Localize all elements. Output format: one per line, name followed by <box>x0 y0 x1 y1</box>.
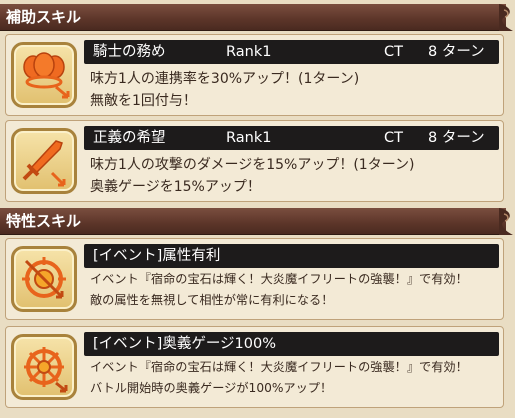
skill-title-bar: 騎士の務め Rank1 CT 8 ターン <box>84 40 499 64</box>
skill-panel: 補助スキル 騎士の務め Rank1 CT 8 ターン 味方1人の連携率を30%ア… <box>0 0 515 418</box>
skill-ct-label: CT <box>384 130 403 146</box>
trait-name: [イベント]奥義ゲージ100% <box>93 336 276 352</box>
description-line: 敵の属性を無視して相性が常に有利になる！ <box>90 293 334 307</box>
trait-title-bar: [イベント]奥義ゲージ100% <box>84 332 499 356</box>
skill-rank: Rank1 <box>226 130 272 146</box>
skill-card-1[interactable]: 騎士の務め Rank1 CT 8 ターン 味方1人の連携率を30%アップ！(1タ… <box>5 34 504 116</box>
skill-card-2[interactable]: 正義の希望 Rank1 CT 8 ターン 味方1人の攻撃のダメージを15%アップ… <box>5 120 504 202</box>
sword-up-icon <box>22 140 66 187</box>
description-line: 奥義ゲージを15%アップ！ <box>90 179 261 195</box>
trait-card-1[interactable]: [イベント]属性有利 イベント『宿命の宝石は輝く！大炎魔イフリートの強襲！』で有… <box>5 238 504 320</box>
skill-icon-frame <box>11 334 77 400</box>
element-advantage-icon <box>22 257 66 299</box>
skill-name: 騎士の務め <box>93 44 166 60</box>
trait-card-2[interactable]: [イベント]奥義ゲージ100% イベント『宿命の宝石は輝く！大炎魔イフリートの強… <box>5 326 504 408</box>
skill-description: 味方1人の攻撃のダメージを15%アップ！(1ターン) 奥義ゲージを15%アップ！ <box>90 154 500 198</box>
scroll-curl-icon <box>499 4 513 31</box>
scroll-curl-icon <box>499 208 513 235</box>
section-header-traits: 特性スキル <box>0 208 513 235</box>
description-line: イベント『宿命の宝石は輝く！大炎魔イフリートの強襲！』で有効！ <box>90 360 468 374</box>
description-line: 無敵を1回付与！ <box>90 93 197 109</box>
skill-name: 正義の希望 <box>93 130 166 146</box>
gauge-burst-icon <box>24 347 68 393</box>
skill-icon-frame <box>11 42 77 108</box>
trait-name: [イベント]属性有利 <box>93 248 221 264</box>
description-line: バトル開始時の奥義ゲージが100%アップ！ <box>90 381 333 395</box>
section-title: 特性スキル <box>6 212 82 230</box>
trait-title-bar: [イベント]属性有利 <box>84 244 499 268</box>
skill-ct-label: CT <box>384 44 403 60</box>
section-title: 補助スキル <box>6 8 82 26</box>
skill-icon-frame <box>11 128 77 194</box>
skill-description: 味方1人の連携率を30%アップ！(1ターン) 無敵を1回付与！ <box>90 68 500 112</box>
skill-rank: Rank1 <box>226 44 272 60</box>
trait-description: イベント『宿命の宝石は輝く！大炎魔イフリートの強襲！』で有効！ バトル開始時の奥… <box>90 357 500 399</box>
skill-icon-frame <box>11 246 77 312</box>
section-header-support: 補助スキル <box>0 4 513 31</box>
skill-cooldown: 8 ターン <box>428 44 485 60</box>
trait-description: イベント『宿命の宝石は輝く！大炎魔イフリートの強襲！』で有効！ 敵の属性を無視し… <box>90 269 500 311</box>
description-line: 味方1人の攻撃のダメージを15%アップ！(1ターン) <box>90 157 415 173</box>
skill-title-bar: 正義の希望 Rank1 CT 8 ターン <box>84 126 499 150</box>
skill-cooldown: 8 ターン <box>428 130 485 146</box>
description-line: 味方1人の連携率を30%アップ！(1ターン) <box>90 71 360 87</box>
triple-shield-icon <box>23 52 70 99</box>
description-line: イベント『宿命の宝石は輝く！大炎魔イフリートの強襲！』で有効！ <box>90 272 468 286</box>
